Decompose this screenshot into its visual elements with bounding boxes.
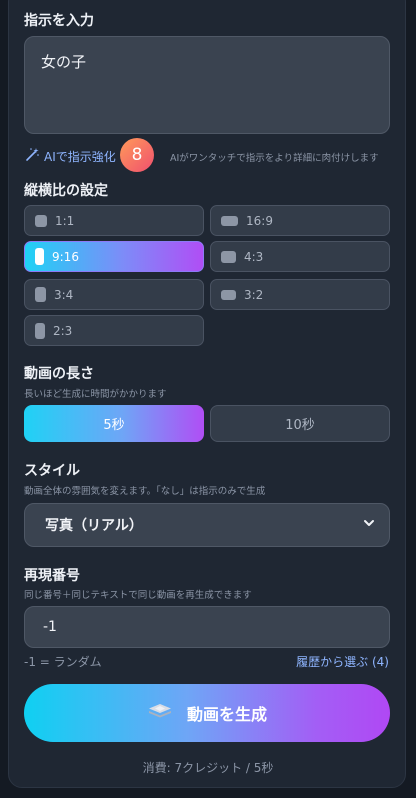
seed-hint: 同じ番号＋同じテキストで同じ動画を再生成できます — [24, 590, 252, 601]
generate-video-label: 動画を生成 — [186, 705, 267, 724]
duration-option-10s[interactable]: 10秒 — [210, 405, 390, 442]
style-hint: 動画全体の雰囲気を変えます。「なし」は指示のみで生成 — [24, 486, 266, 497]
landscape-shape-icon — [221, 289, 236, 300]
aspect-option-9-16[interactable]: 9:16 — [24, 241, 204, 272]
aspect-option-label: 9:16 — [52, 249, 79, 264]
duration-option-label: 10秒 — [285, 418, 315, 433]
duration-option-5s[interactable]: 5秒 — [24, 405, 204, 442]
aspect-option-label: 3:2 — [244, 287, 264, 302]
aspect-option-label: 16:9 — [246, 213, 273, 228]
square-shape-icon — [35, 214, 47, 227]
aspect-option-1-1[interactable]: 1:1 — [24, 205, 204, 236]
aspect-option-3-2[interactable]: 3:2 — [210, 279, 390, 310]
aspect-heading: 縦横比の設定 — [24, 183, 108, 199]
seed-heading: 再現番号 — [24, 568, 80, 584]
generate-video-button[interactable]: 動画を生成 — [24, 684, 390, 742]
prompt-heading: 指示を入力 — [24, 13, 94, 29]
landscape-shape-icon — [221, 250, 236, 263]
generate-cost: 消費: 7クレジット / 5秒 — [142, 761, 274, 775]
ai-enhance-button[interactable]: AIで指示強化 — [24, 147, 116, 166]
duration-heading: 動画の長さ — [24, 366, 94, 382]
aspect-option-2-3[interactable]: 2:3 — [24, 315, 204, 346]
landscape-shape-icon — [221, 215, 238, 226]
aspect-option-label: 3:4 — [54, 287, 74, 302]
prompt-textarea[interactable]: 女の子 — [24, 36, 390, 134]
seed-history-link[interactable]: 履歴から選ぶ (4) — [296, 653, 389, 670]
style-selected-value: 写真（リアル） — [45, 518, 143, 534]
aspect-option-4-3[interactable]: 4:3 — [210, 241, 390, 272]
aspect-option-16-9[interactable]: 16:9 — [210, 205, 390, 236]
enhance-count-badge: 8 — [120, 138, 154, 172]
aspect-option-label: 2:3 — [53, 323, 73, 338]
ai-enhance-description: AIがワンタッチで指示をより詳細に肉付けします — [170, 153, 379, 164]
portrait-shape-icon — [35, 248, 44, 265]
duration-hint: 長いほど生成に時間がかかります — [24, 389, 167, 400]
magic-wand-icon — [24, 147, 40, 166]
aspect-option-label: 4:3 — [244, 249, 264, 264]
seed-input[interactable]: -1 — [24, 606, 390, 648]
video-stack-icon — [147, 702, 173, 724]
portrait-shape-icon — [35, 287, 46, 302]
aspect-option-3-4[interactable]: 3:4 — [24, 279, 204, 310]
duration-option-label: 5秒 — [103, 418, 125, 433]
portrait-shape-icon — [35, 322, 45, 339]
aspect-option-label: 1:1 — [55, 213, 75, 228]
chevron-down-icon — [363, 517, 375, 533]
style-heading: スタイル — [24, 463, 80, 479]
style-select[interactable]: 写真（リアル） — [24, 503, 390, 547]
ai-enhance-label: AIで指示強化 — [44, 150, 116, 164]
seed-random-note: -1 = ランダム — [24, 655, 102, 669]
